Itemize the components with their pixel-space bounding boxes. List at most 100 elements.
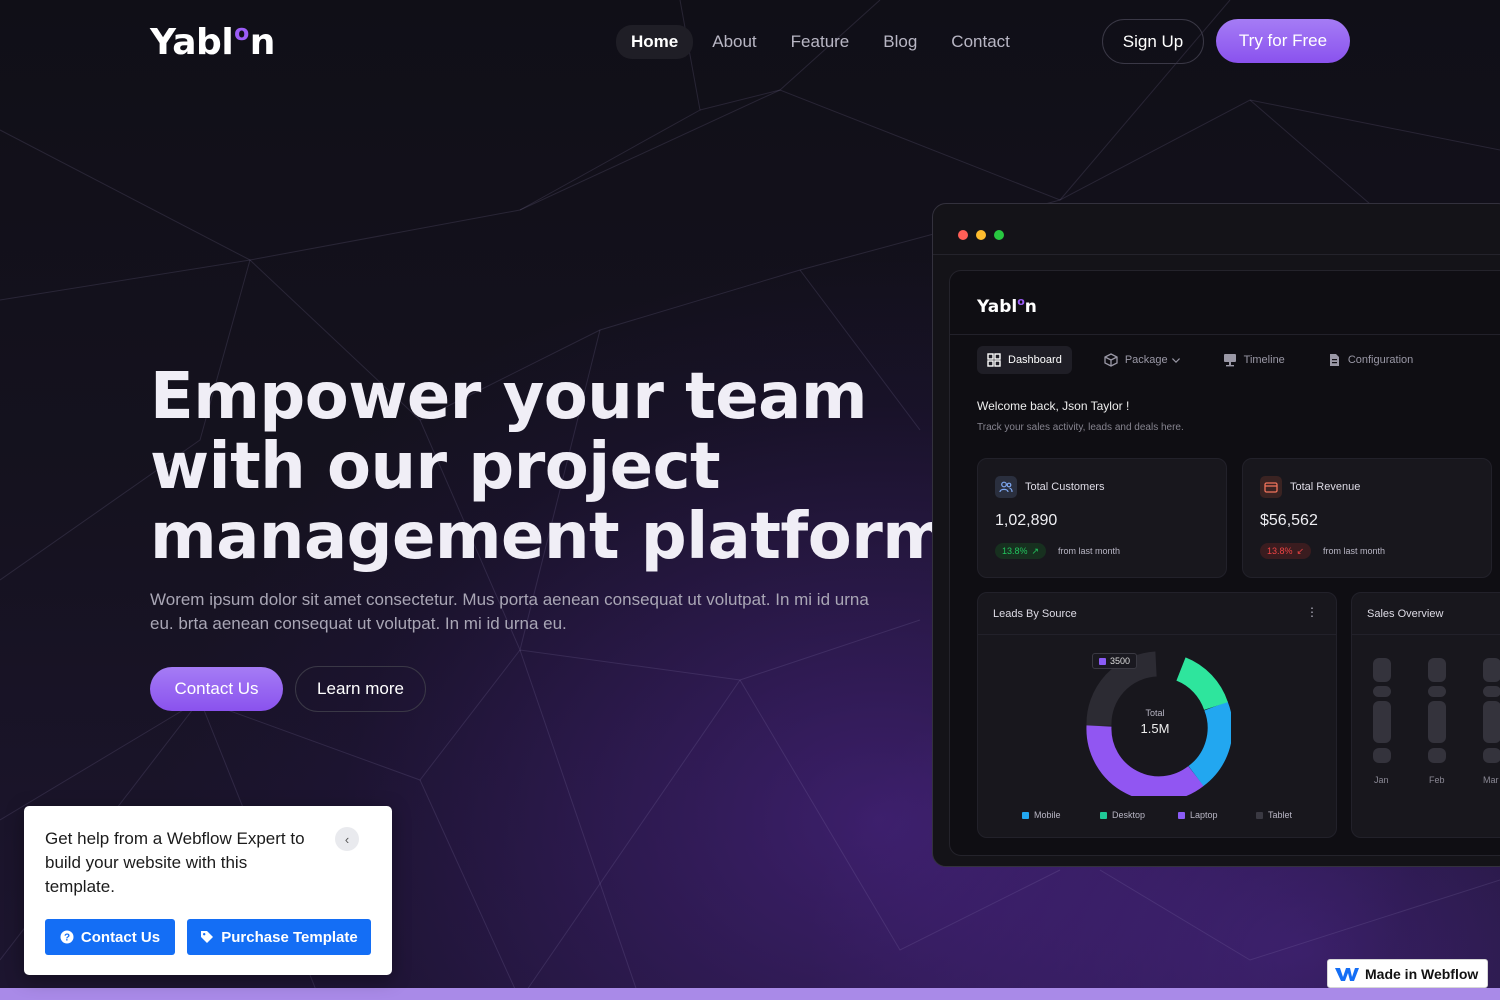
maximize-dot-icon <box>994 230 1004 240</box>
close-dot-icon <box>958 230 968 240</box>
window-controls <box>958 230 1004 240</box>
tab-label: Timeline <box>1243 354 1285 366</box>
card-divider <box>1352 634 1500 635</box>
tag-icon <box>201 931 214 943</box>
hero-title-line: with our project <box>150 430 721 504</box>
chevron-down-icon <box>1171 358 1180 363</box>
made-in-webflow-label: Made in Webflow <box>1365 965 1479 982</box>
dashboard-divider <box>950 334 1500 335</box>
leads-title: Leads By Source <box>993 608 1077 620</box>
sign-up-button[interactable]: Sign Up <box>1102 19 1204 64</box>
try-for-free-button[interactable]: Try for Free <box>1216 19 1350 63</box>
more-vertical-icon[interactable]: ⋮ <box>1306 605 1318 619</box>
track-text: Track your sales activity, leads and dea… <box>977 422 1184 433</box>
kpi-label: Total Customers <box>1025 481 1105 493</box>
tab-dashboard[interactable]: Dashboard <box>977 346 1072 374</box>
kpi-change-badge: 13.8% ↙ <box>1260 543 1312 559</box>
chart-legend: Mobile Desktop Laptop Tablet <box>1022 810 1334 820</box>
kpi-from: from last month <box>1058 546 1121 556</box>
kpi-card-revenue: Total Revenue $56,562 13.8% ↙ from last … <box>1242 458 1492 578</box>
purchase-template-label: Purchase Template <box>221 928 358 946</box>
dashboard-tabs: Dashboard Package Timeline Configuration <box>977 346 1445 374</box>
sales-bar <box>1428 658 1446 763</box>
legend-desktop: Desktop <box>1100 810 1178 820</box>
kpi-change: 13.8% <box>1002 546 1028 556</box>
legend-tablet: Tablet <box>1256 810 1334 820</box>
brand-logo[interactable]: Yablon <box>150 21 276 63</box>
tab-timeline[interactable]: Timeline <box>1213 346 1295 374</box>
donut-total-value: 1.5M <box>1140 721 1170 736</box>
monitor-icon <box>1223 354 1236 367</box>
welcome-text: Welcome back, Json Taylor ! <box>977 399 1130 413</box>
month-label: Feb <box>1429 775 1445 785</box>
dashboard-logo-o: o <box>1017 295 1025 308</box>
users-icon <box>995 476 1017 498</box>
logo-o: o <box>234 21 249 46</box>
arrow-up-right-icon: ↗ <box>1031 545 1040 556</box>
tooltip-swatch <box>1099 657 1106 665</box>
hero-title-line: Empower your team <box>150 360 868 434</box>
purchase-template-button[interactable]: Purchase Template <box>187 919 371 955</box>
nav-blog[interactable]: Blog <box>868 25 932 59</box>
tooltip-value: 3500 <box>1110 656 1131 666</box>
tab-label: Dashboard <box>1008 354 1062 366</box>
tab-label: Configuration <box>1347 354 1414 366</box>
file-icon <box>1329 354 1339 366</box>
legend-laptop: Laptop <box>1178 810 1256 820</box>
nav-about[interactable]: About <box>697 25 771 59</box>
bottom-accent-bar <box>0 988 1500 1000</box>
hero-title-line: management platform <box>150 500 949 574</box>
month-label: Jan <box>1374 775 1389 785</box>
kpi-from: from last month <box>1323 546 1386 556</box>
chart-tooltip: 3500 <box>1092 653 1138 669</box>
nav-feature[interactable]: Feature <box>776 25 865 59</box>
grid-icon <box>987 353 1001 367</box>
chevron-left-icon[interactable]: ‹ <box>335 827 359 851</box>
sales-overview-card: Sales Overview Jan Feb Mar <box>1351 592 1500 838</box>
card-divider <box>978 634 1336 635</box>
leads-card: Leads By Source ⋮ 3500 Total 1.5M Mobile… <box>977 592 1337 838</box>
help-circle-icon: ? <box>60 930 74 944</box>
webflow-help-text: Get help from a Webflow Expert to build … <box>45 829 305 896</box>
svg-text:?: ? <box>64 933 70 944</box>
logo-text-left: Yabl <box>150 22 234 63</box>
webflow-logo-icon <box>1335 967 1359 981</box>
nav-contact[interactable]: Contact <box>936 25 1025 59</box>
dashboard-logo-left: Yabl <box>977 297 1018 317</box>
month-label: Mar <box>1483 775 1499 785</box>
webflow-help-popup: Get help from a Webflow Expert to build … <box>24 806 392 975</box>
donut-segment-mobile <box>1188 701 1231 787</box>
kpi-change: 13.8% <box>1267 546 1293 556</box>
logo-text-right: n <box>249 22 276 63</box>
kpi-value: 1,02,890 <box>995 512 1058 529</box>
legend-mobile: Mobile <box>1022 810 1100 820</box>
hero-title: Empower your team with our project manag… <box>150 360 949 574</box>
donut-segment-desktop <box>1175 657 1228 711</box>
sales-bar <box>1483 658 1500 763</box>
nav-home[interactable]: Home <box>616 25 694 59</box>
sales-bar <box>1373 658 1391 763</box>
card-icon <box>1260 476 1282 498</box>
box-icon <box>1104 353 1118 367</box>
kpi-change-badge: 13.8% ↗ <box>995 543 1047 559</box>
arrow-down-left-icon: ↙ <box>1296 545 1305 556</box>
made-in-webflow-badge[interactable]: Made in Webflow <box>1327 959 1488 988</box>
hero-contact-button[interactable]: Contact Us <box>150 667 283 711</box>
sales-title: Sales Overview <box>1367 608 1444 620</box>
minimize-dot-icon <box>976 230 986 240</box>
hero-subtitle: Worem ipsum dolor sit amet consectetur. … <box>150 590 869 633</box>
tab-package[interactable]: Package <box>1094 346 1191 374</box>
kpi-card-customers: Total Customers 1,02,890 13.8% ↗ from la… <box>977 458 1227 578</box>
kpi-label: Total Revenue <box>1290 481 1361 493</box>
tab-label: Package <box>1124 354 1168 366</box>
dashboard-panel: Yablon Dashboard Package Timeline Config… <box>949 270 1500 856</box>
dashboard-logo: Yablon <box>977 295 1037 317</box>
kpi-value: $56,562 <box>1260 512 1318 529</box>
donut-total-label: Total <box>1145 708 1165 718</box>
tab-configuration[interactable]: Configuration <box>1317 346 1423 374</box>
webflow-contact-button[interactable]: ? Contact Us <box>45 919 175 955</box>
main-nav: Home About Feature Blog Contact <box>616 25 1025 59</box>
dashboard-mockup: Yablon Dashboard Package Timeline Config… <box>932 203 1500 867</box>
window-divider <box>933 254 1500 255</box>
learn-more-button[interactable]: Learn more <box>295 666 426 712</box>
